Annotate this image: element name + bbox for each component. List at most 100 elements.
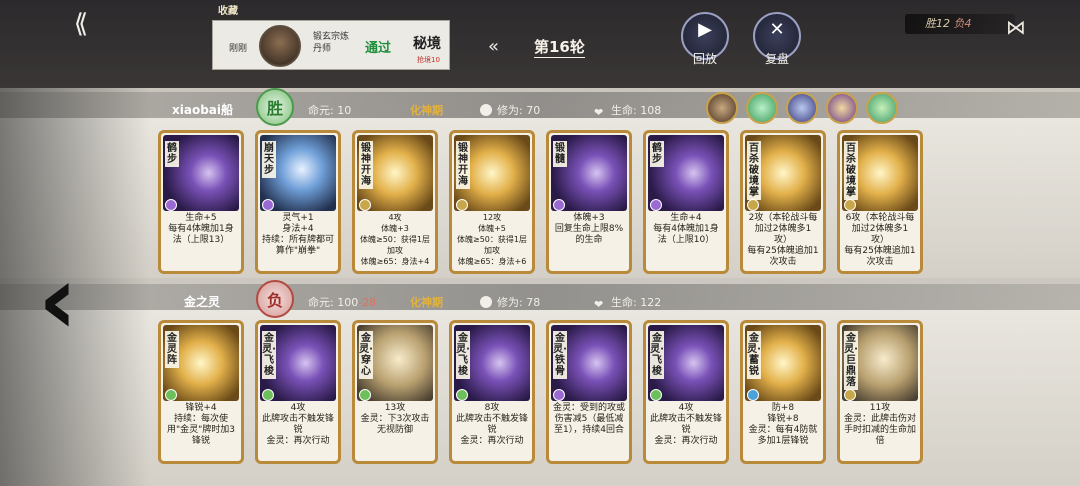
p1-card-3[interactable]: 锻神开海 4攻 体魄+3 体魄≥50：获得1层加攻 体魄≥65：身法+4 (352, 130, 438, 274)
card-desc: 6攻（本轮战斗每加过2体魄多1攻） 每有25体魄追加1次攻击 (844, 213, 916, 267)
p1-card-1[interactable]: 鹤步 生命+5 每有4体魄加1身法（上限13） (158, 130, 244, 274)
p1-card-2[interactable]: 崩天步 灵气+1 身法+4 持续：所有牌都可算作"崩拳" (255, 130, 341, 274)
opponent-name: 刚刚 (229, 44, 248, 54)
card-title: 崩天步 (262, 141, 276, 178)
p2-card-5[interactable]: 金灵·铁骨 金灵：受到的攻或伤害减5（最低减至1），持续4回合 (546, 320, 632, 464)
card-desc: 4攻 此牌攻击不触发锋锐 金灵：再次行动 (261, 403, 334, 446)
dragon-icon[interactable] (786, 92, 818, 124)
record-win: 胜12 (925, 17, 950, 30)
card-title: 金灵·飞梭 (650, 331, 664, 379)
play-icon: ▶ (698, 19, 712, 40)
card-level-icon (262, 199, 274, 211)
realm-label: 秘境 (413, 36, 441, 52)
player2-life-origin: 命元: 100-28 (308, 296, 377, 309)
card-title: 金灵·蓄锐 (747, 331, 761, 379)
player2-cultivation: 修为: 78 (480, 294, 540, 310)
p2-card-2[interactable]: 金灵·飞梭 4攻 此牌攻击不触发锋锐 金灵：再次行动 (255, 320, 341, 464)
player2-hp: ❤ 生命: 122 (594, 296, 662, 311)
card-title: 金灵·巨鼎落 (844, 331, 858, 390)
realm-sub: 抢境10 (417, 56, 440, 64)
card-desc: 4攻 此牌攻击不触发锋锐 金灵：再次行动 (649, 403, 722, 446)
jade-beast-icon[interactable] (866, 92, 898, 124)
card-title: 鹤步 (650, 141, 664, 167)
person-icon (480, 104, 492, 116)
previous-round-arrow-icon[interactable]: ‹ (38, 250, 100, 350)
player1-cultivation: 修为: 70 (480, 102, 540, 118)
card-title: 锻髓 (553, 141, 567, 167)
card-level-icon (844, 389, 856, 401)
player1-hp: ❤ 生命: 108 (594, 104, 662, 119)
card-desc: 金灵：受到的攻或伤害减5（最低减至1），持续4回合 (552, 403, 625, 435)
card-level-icon (456, 389, 468, 401)
card-level-icon (553, 199, 565, 211)
card-title: 锻神开海 (456, 141, 470, 189)
p1-card-6[interactable]: 鹤步 生命+4 每有4体魄加1身法（上限10） (643, 130, 729, 274)
card-title: 金灵·穿心 (359, 331, 373, 379)
card-desc: 4攻 体魄+3 体魄≥50：获得1层加攻 体魄≥65：身法+4 (360, 213, 430, 266)
card-level-icon (650, 199, 662, 211)
card-title: 金灵·铁骨 (553, 331, 567, 379)
back-button[interactable]: ⟪ (60, 10, 102, 38)
card-level-icon (747, 389, 759, 401)
card-desc: 12攻 体魄+5 体魄≥50：获得1层加攻 体魄≥65：身法+6 (457, 213, 527, 266)
card-title: 金灵阵 (165, 331, 179, 368)
player1-life-origin: 命元: 10 (308, 104, 352, 117)
card-level-icon (650, 389, 662, 401)
review-button[interactable]: ✕ 复盘 (753, 12, 801, 66)
p1-card-4[interactable]: 锻神开海 12攻 体魄+5 体魄≥50：获得1层加攻 体魄≥65：身法+6 (449, 130, 535, 274)
opponent-info-card[interactable]: 刚刚 锻玄宗炼丹师 通过 秘境 抢境10 (212, 20, 450, 70)
card-level-icon (165, 389, 177, 401)
crossed-swords-icon: ✕ (769, 19, 785, 40)
collect-title: 收藏 (218, 6, 238, 17)
card-level-icon (359, 389, 371, 401)
card-level-icon (553, 389, 565, 401)
card-desc: 防+8 锋锐+8 金灵：每有4防就多加1层锋锐 (748, 403, 818, 446)
p2-card-8[interactable]: 金灵·巨鼎落 11攻 金灵：此牌击伤对手时扣减的生命加倍 (837, 320, 923, 464)
record-loss: 负4 (953, 17, 972, 30)
p2-card-6[interactable]: 金灵·飞梭 4攻 此牌攻击不触发锋锐 金灵：再次行动 (643, 320, 729, 464)
card-desc: 8攻 此牌攻击不触发锋锐 金灵：再次行动 (455, 403, 528, 446)
p1-card-7[interactable]: 百杀破境掌 2攻（本轮战斗每加过2体魄多1攻） 每有25体魄追加1次攻击 (740, 130, 826, 274)
card-level-icon (359, 199, 371, 211)
card-desc: 2攻（本轮战斗每加过2体魄多1攻） 每有25体魄追加1次攻击 (747, 213, 819, 267)
card-desc: 13攻 金灵：下3次攻击无视防御 (360, 403, 430, 435)
player1-realm: 化神期 (410, 104, 443, 117)
card-title: 百杀破境掌 (747, 141, 761, 200)
p2-card-4[interactable]: 金灵·飞梭 8攻 此牌攻击不触发锋锐 金灵：再次行动 (449, 320, 535, 464)
round-label: 第16轮 (534, 38, 585, 58)
card-title: 鹤步 (165, 141, 179, 167)
p1-card-8[interactable]: 百杀破境掌 6攻（本轮战斗每加过2体魄多1攻） 每有25体魄追加1次攻击 (837, 130, 923, 274)
companion-avatar-icon[interactable] (706, 92, 738, 124)
card-desc: 灵气+1 身法+4 持续：所有牌都可算作"崩拳" (261, 213, 334, 256)
replay-label: 回放 (692, 52, 717, 66)
review-label: 复盘 (764, 52, 789, 66)
card-level-icon (456, 199, 468, 211)
card-level-icon (844, 199, 856, 211)
player2-name: 金之灵 (184, 295, 221, 309)
share-icon[interactable]: ⋈ (1000, 12, 1032, 42)
card-desc: 体魄+3 回复生命上限8%的生命 (554, 213, 624, 245)
card-desc: 锋锐+4 持续：每次使用"金灵"牌时加3锋锐 (166, 403, 235, 446)
p2-card-7[interactable]: 金灵·蓄锐 防+8 锋锐+8 金灵：每有4防就多加1层锋锐 (740, 320, 826, 464)
fire-spirit-icon[interactable] (826, 92, 858, 124)
collect-panel: 收藏 刚刚 锻玄宗炼丹师 通过 秘境 抢境10 (212, 2, 450, 70)
p2-card-1[interactable]: 金灵阵 锋锐+4 持续：每次使用"金灵"牌时加3锋锐 (158, 320, 244, 464)
player1-result-badge: 胜 (256, 88, 294, 126)
replay-button[interactable]: ▶ 回放 (681, 12, 729, 66)
p2-card-3[interactable]: 金灵·穿心 13攻 金灵：下3次攻击无视防御 (352, 320, 438, 464)
player1-name: xiaobai船 (172, 103, 233, 117)
person-icon (480, 296, 492, 308)
p1-card-5[interactable]: 锻髓 体魄+3 回复生命上限8%的生命 (546, 130, 632, 274)
opponent-avatar (259, 25, 301, 67)
card-desc: 生命+5 每有4体魄加1身法（上限13） (168, 213, 234, 245)
opponent-role: 锻玄宗炼丹师 (313, 32, 350, 54)
spirit-beast-icon[interactable] (746, 92, 778, 124)
card-desc: 11攻 金灵：此牌击伤对手时扣减的生命加倍 (843, 403, 916, 446)
card-title: 金灵·飞梭 (262, 331, 276, 379)
card-title: 百杀破境掌 (844, 141, 858, 200)
round-back-arrow-icon[interactable]: « (488, 36, 499, 57)
win-loss-record: 胜12 负4 (905, 14, 1015, 34)
player2-realm: 化神期 (410, 296, 443, 309)
heart-icon: ❤ (594, 298, 604, 311)
card-title: 金灵·飞梭 (456, 331, 470, 379)
